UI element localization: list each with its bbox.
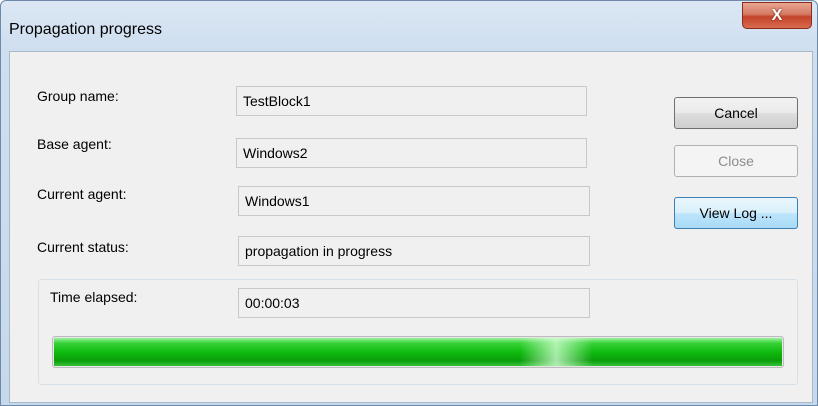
dialog-window: Propagation progress X Group name: TestB… [0,0,818,406]
progress-bar-fill [54,338,782,366]
base-agent-field: Windows2 [236,138,587,168]
window-title: Propagation progress [9,21,162,38]
close-window-button[interactable]: X [742,2,812,29]
view-log-button[interactable]: View Log ... [674,197,798,229]
base-agent-label: Base agent: [37,136,112,152]
time-elapsed-field: 00:00:03 [238,288,590,318]
group-name-label: Group name: [37,88,119,104]
cancel-button[interactable]: Cancel [674,97,798,129]
dialog-client-area: Group name: TestBlock1 Base agent: Windo… [9,51,813,403]
close-button[interactable]: Close [674,145,798,177]
current-status-field: propagation in progress [238,236,590,266]
current-agent-label: Current agent: [37,186,127,202]
current-agent-field: Windows1 [238,186,590,216]
group-name-field: TestBlock1 [236,86,587,116]
time-elapsed-label: Time elapsed: [50,289,138,305]
progress-bar [52,336,784,368]
close-icon: X [771,6,783,24]
current-status-label: Current status: [37,239,129,255]
